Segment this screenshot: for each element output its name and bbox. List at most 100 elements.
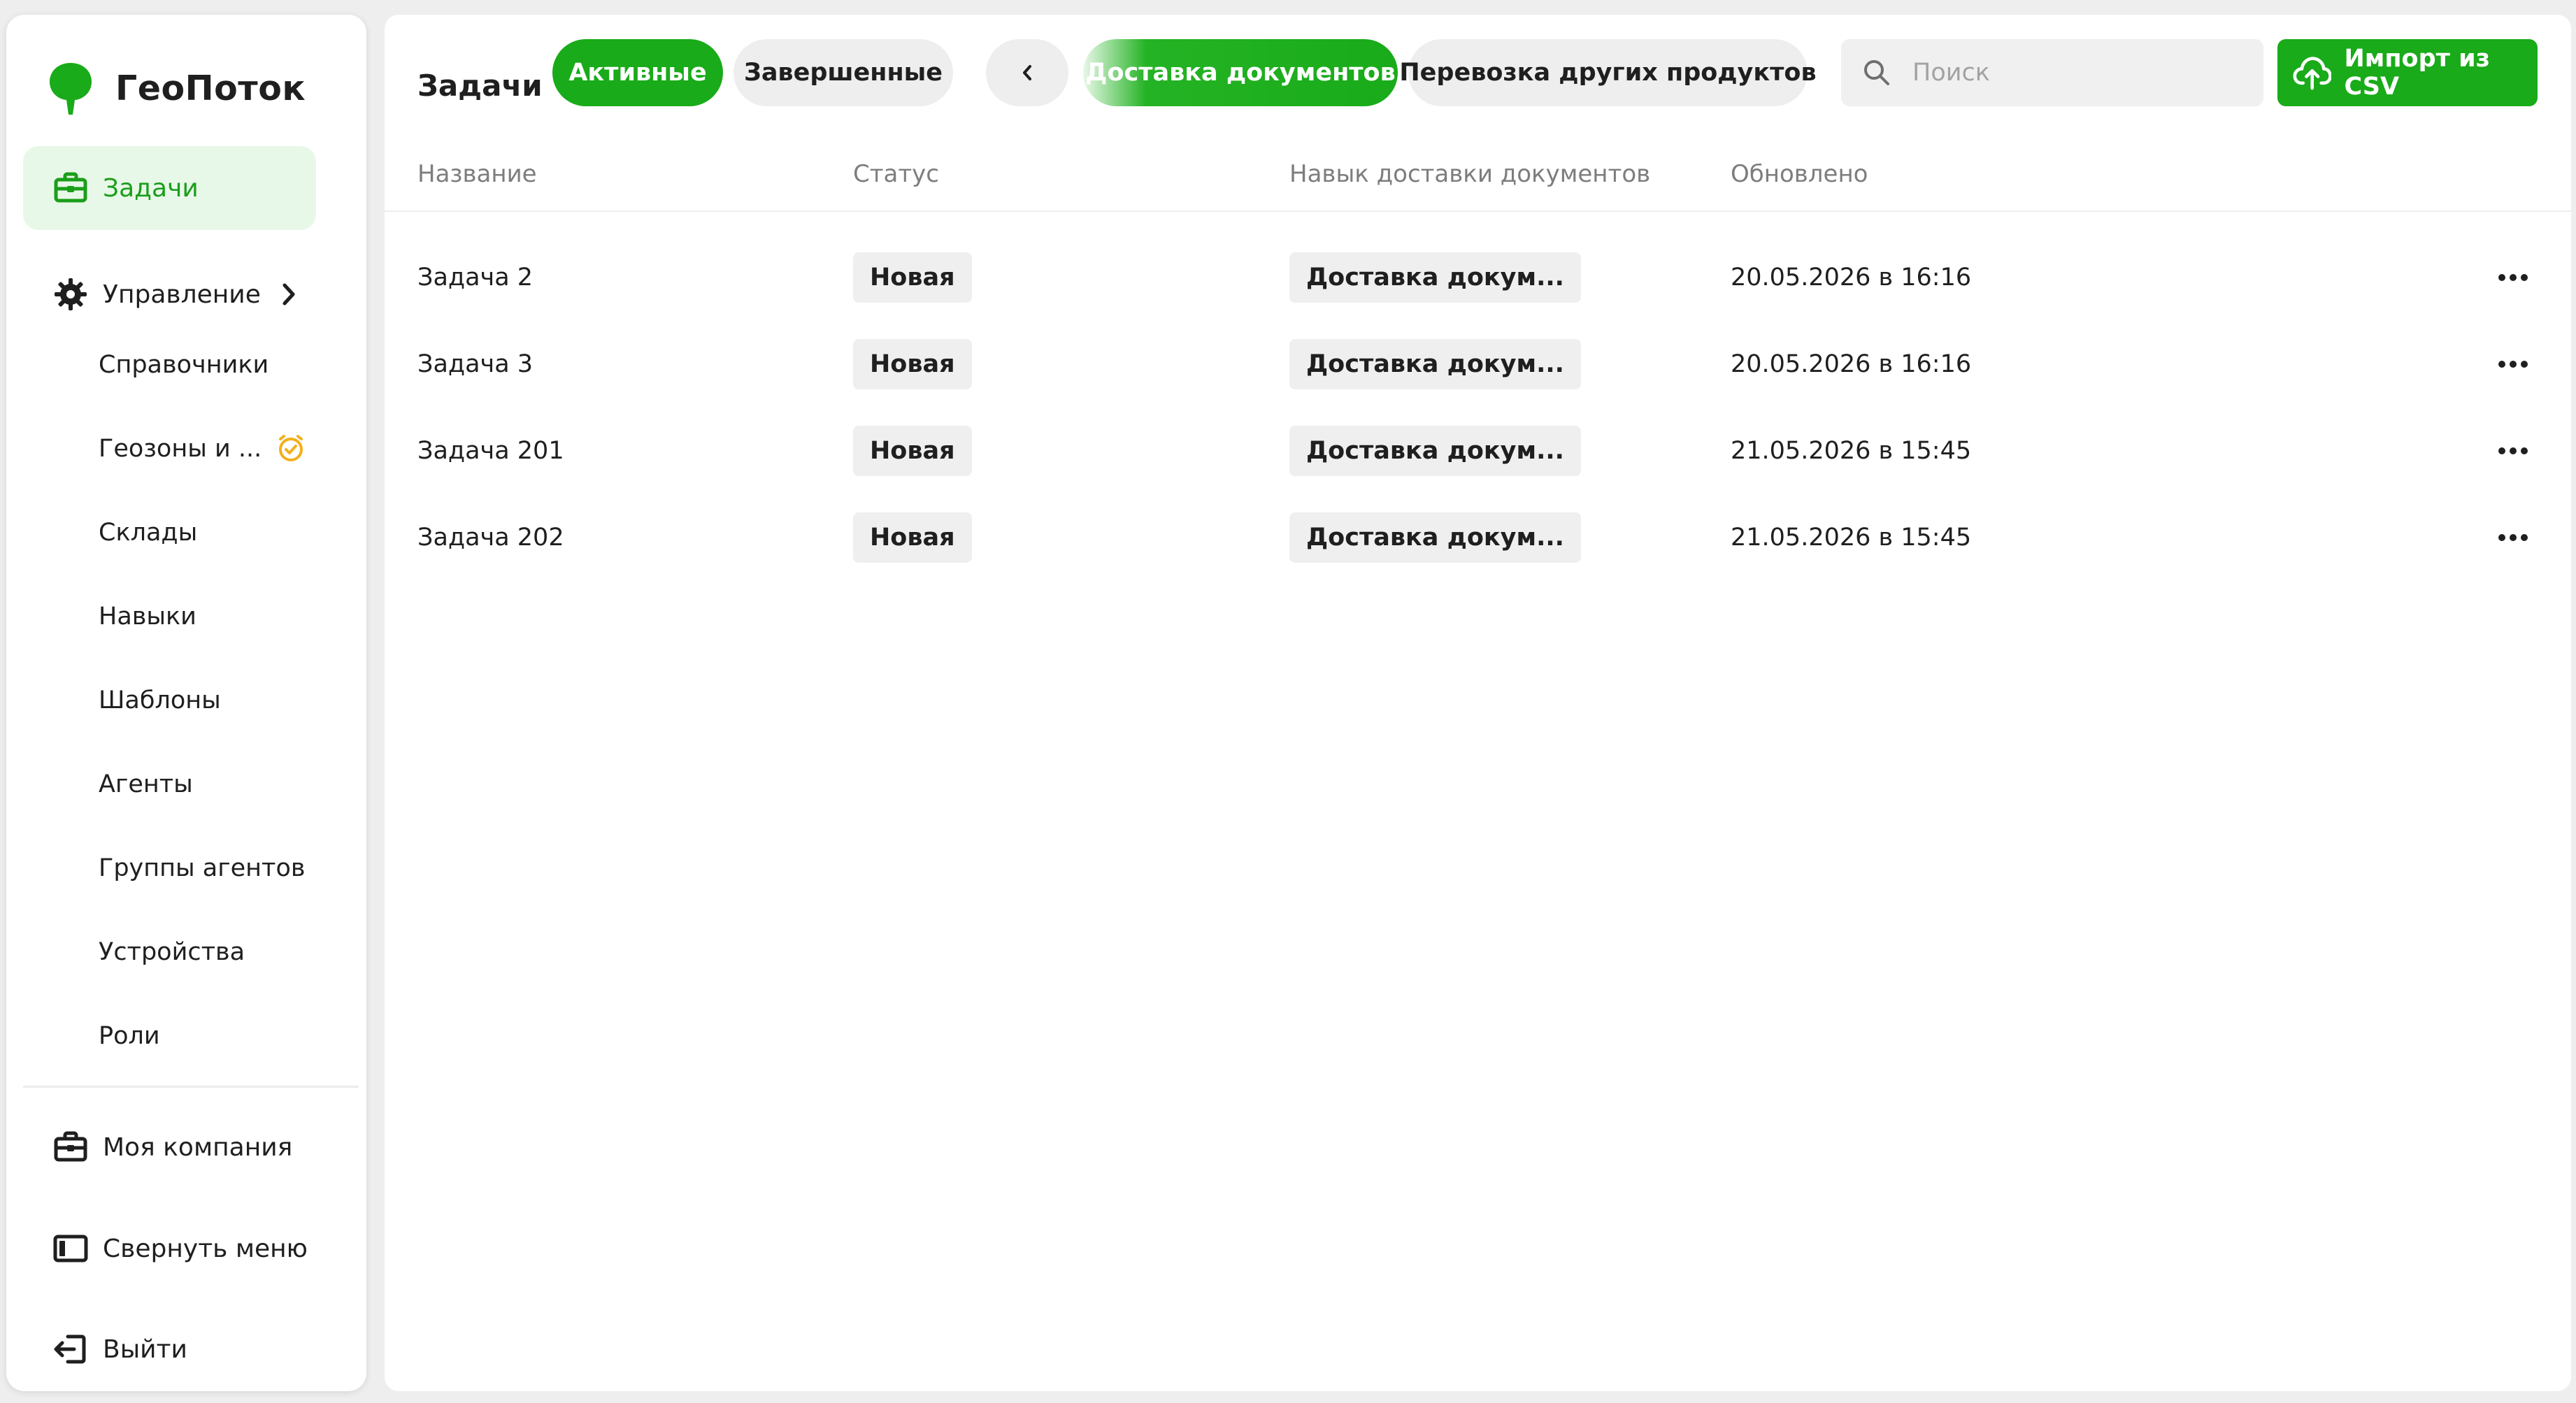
sidebar-item-my-company[interactable]: Моя компания — [23, 1105, 316, 1189]
skill-cell: Доставка докум... — [1289, 408, 1581, 494]
updated-date: 20.05.2026 в 16:16 — [1731, 264, 1972, 292]
skill-cell: Доставка докум... — [1289, 494, 1581, 581]
column-header-name[interactable]: Название — [417, 160, 537, 188]
skill-cell: Доставка докум... — [1289, 321, 1581, 408]
status-badge: Новая — [853, 339, 972, 389]
status-badge: Новая — [853, 252, 972, 303]
sidebar-subitem-agent-groups[interactable]: Группы агентов — [99, 847, 305, 889]
page-title: Задачи — [417, 69, 543, 103]
table-row[interactable]: Задача 201 Новая Доставка докум... 21.05… — [385, 408, 2571, 494]
briefcase-icon — [52, 1129, 89, 1165]
task-name[interactable]: Задача 2 — [417, 234, 533, 321]
more-horizontal-icon — [2498, 534, 2528, 541]
sidebar-subitem-label: Геозоны и ... — [99, 435, 262, 463]
table-row[interactable]: Задача 2 Новая Доставка докум... 20.05.2… — [385, 234, 2571, 321]
row-actions-button[interactable] — [2492, 257, 2534, 298]
sidebar-item-label: Задачи — [103, 173, 199, 203]
sidebar-subitem-directories[interactable]: Справочники — [99, 344, 269, 386]
column-header-updated[interactable]: Обновлено — [1731, 160, 1868, 188]
sidebar-item-label: Свернуть меню — [103, 1234, 308, 1263]
status-badge: Новая — [853, 512, 972, 563]
sidebar-subitem-label: Склады — [99, 519, 198, 547]
sidebar-item-label: Управление — [103, 280, 261, 309]
skill-tabs-scroll-left-button[interactable] — [986, 39, 1068, 106]
sidebar-subitem-label: Справочники — [99, 351, 269, 379]
sidebar-subitem-roles[interactable]: Роли — [99, 1015, 160, 1057]
sidebar-subitem-geozones[interactable]: Геозоны и ... — [99, 428, 305, 470]
import-csv-button[interactable]: Импорт из CSV — [2277, 39, 2538, 106]
sidebar-subitem-label: Агенты — [99, 770, 193, 798]
leaf-logo-icon — [50, 63, 92, 115]
sidebar-subitem-label: Навыки — [99, 603, 196, 631]
main-panel: Задачи Активные Завершенные Доставка док… — [385, 15, 2571, 1391]
sidebar-item-management[interactable]: Управление — [23, 252, 316, 336]
sidebar-subitem-warehouses[interactable]: Склады — [99, 512, 197, 554]
sidebar-item-label: Выйти — [103, 1334, 187, 1364]
app-logo[interactable]: ГеоПоток — [47, 58, 306, 118]
sidebar-subitem-label: Устройства — [99, 938, 245, 966]
updated-date: 21.05.2026 в 15:45 — [1731, 437, 1972, 465]
tab-skill-document-delivery[interactable]: Доставка документов — [1083, 39, 1398, 106]
skill-badge: Доставка докум... — [1289, 339, 1581, 389]
status-cell: Новая — [853, 321, 972, 408]
briefcase-icon — [52, 170, 89, 206]
clock-check-icon — [277, 435, 305, 463]
more-horizontal-icon — [2498, 447, 2528, 454]
sidebar: ГеоПоток Задачи Управление Справочники Г… — [6, 15, 366, 1391]
tab-label: Завершенные — [743, 59, 943, 87]
sidebar-subitem-templates[interactable]: Шаблоны — [99, 679, 221, 721]
updated-date: 21.05.2026 в 15:45 — [1731, 524, 1972, 552]
sidebar-subitem-skills[interactable]: Навыки — [99, 596, 196, 638]
table-row[interactable]: Задача 202 Новая Доставка докум... 21.05… — [385, 494, 2571, 581]
sidebar-item-label: Моя компания — [103, 1132, 293, 1162]
task-name[interactable]: Задача 202 — [417, 494, 564, 581]
status-cell: Новая — [853, 234, 972, 321]
tab-active[interactable]: Активные — [552, 39, 723, 106]
skill-badge: Доставка докум... — [1289, 512, 1581, 563]
skill-badge: Доставка докум... — [1289, 426, 1581, 476]
sidebar-subitem-label: Роли — [99, 1022, 160, 1050]
sidebar-item-logout[interactable]: Выйти — [23, 1307, 316, 1391]
task-name[interactable]: Задача 3 — [417, 321, 533, 408]
skill-badge: Доставка докум... — [1289, 252, 1581, 303]
more-horizontal-icon — [2498, 361, 2528, 368]
tab-label: Перевозка других продуктов — [1399, 59, 1817, 87]
search-box[interactable] — [1841, 39, 2263, 106]
table-header: Название Статус Навык доставки документо… — [385, 152, 2571, 212]
more-horizontal-icon — [2498, 274, 2528, 281]
gear-icon — [52, 276, 89, 312]
column-header-status[interactable]: Статус — [853, 160, 939, 188]
tab-label: Активные — [568, 59, 707, 87]
updated-date: 20.05.2026 в 16:16 — [1731, 350, 1972, 378]
status-badge: Новая — [853, 426, 972, 476]
app-window: ГеоПоток Задачи Управление Справочники Г… — [0, 0, 2576, 1403]
row-actions-button[interactable] — [2492, 343, 2534, 385]
sidebar-subitem-agents[interactable]: Агенты — [99, 763, 193, 805]
column-header-skill[interactable]: Навык доставки документов — [1289, 160, 1650, 188]
status-cell: Новая — [853, 408, 972, 494]
task-name[interactable]: Задача 201 — [417, 408, 564, 494]
sidebar-divider — [23, 1086, 359, 1088]
row-actions-button[interactable] — [2492, 430, 2534, 472]
sidebar-item-tasks[interactable]: Задачи — [23, 146, 316, 230]
collapse-sidebar-icon — [52, 1230, 89, 1267]
search-icon — [1864, 60, 1889, 85]
sidebar-subitem-label: Шаблоны — [99, 686, 221, 714]
tab-label: Доставка документов — [1085, 59, 1396, 87]
app-name: ГеоПоток — [115, 68, 306, 108]
chevron-right-icon — [282, 282, 297, 306]
tab-skill-other-products[interactable]: Перевозка других продуктов — [1399, 39, 1817, 106]
sidebar-item-collapse-menu[interactable]: Свернуть меню — [23, 1207, 316, 1290]
sidebar-subitem-devices[interactable]: Устройства — [99, 931, 245, 973]
tab-completed[interactable]: Завершенные — [734, 39, 953, 106]
row-actions-button[interactable] — [2492, 517, 2534, 559]
logout-icon — [52, 1331, 89, 1367]
cloud-upload-icon — [2293, 57, 2332, 90]
status-cell: Новая — [853, 494, 972, 581]
import-csv-label: Импорт из CSV — [2344, 45, 2490, 101]
sidebar-subitem-label: Группы агентов — [99, 854, 306, 882]
search-input[interactable] — [1911, 58, 2247, 87]
table-row[interactable]: Задача 3 Новая Доставка докум... 20.05.2… — [385, 321, 2571, 408]
chevron-left-icon — [1023, 65, 1031, 80]
skill-cell: Доставка докум... — [1289, 234, 1581, 321]
